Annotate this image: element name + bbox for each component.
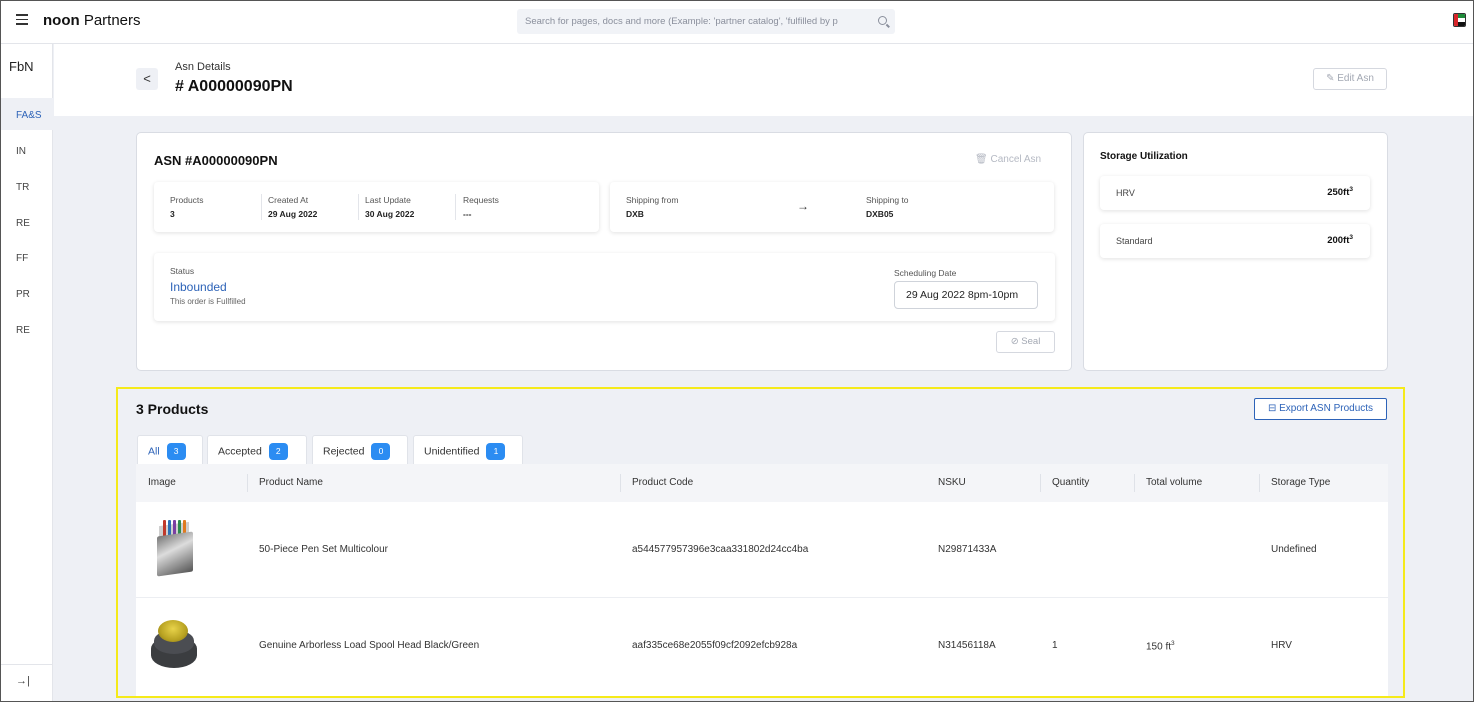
tab-rejected[interactable]: Rejected 0	[312, 435, 408, 464]
products-title: 3 Products	[136, 401, 209, 417]
shipping-box	[610, 182, 1054, 232]
spool-head-image	[149, 618, 199, 670]
count-badge: 2	[268, 443, 288, 460]
collapse-sidebar-icon[interactable]: →|	[16, 675, 30, 687]
column-header-product-name: Product Name	[259, 477, 323, 488]
storage-row-standard: Standard 200ft3	[1100, 224, 1370, 258]
column-header-image: Image	[148, 477, 176, 488]
scheduling-date-label: Scheduling Date	[894, 268, 957, 278]
status-value: Inbounded	[170, 280, 227, 294]
created-at-label: Created At	[268, 195, 309, 205]
storage-row-hrv: HRV 250ft3	[1100, 176, 1370, 210]
product-name[interactable]: 50-Piece Pen Set Multicolour	[259, 544, 388, 555]
storage-name: HRV	[1116, 188, 1135, 198]
sidebar: FbN FA&S IN TR RE FF PR RE →|	[0, 44, 53, 702]
shipping-to-value: DXB05	[866, 209, 894, 219]
sidebar-title: FbN	[9, 59, 34, 74]
sidebar-divider	[0, 664, 53, 665]
storage-name: Standard	[1116, 236, 1153, 246]
divider	[455, 194, 456, 220]
column-header-total-volume: Total volume	[1146, 477, 1203, 488]
storage-type: HRV	[1271, 640, 1292, 651]
tab-accepted[interactable]: Accepted 2	[207, 435, 307, 464]
total-volume: 150 ft3	[1146, 640, 1175, 653]
uae-flag-icon[interactable]	[1453, 13, 1466, 27]
menu-icon[interactable]	[16, 14, 28, 28]
page-subtitle: Asn Details	[175, 61, 231, 73]
shipping-to-label: Shipping to	[866, 195, 909, 205]
divider	[358, 194, 359, 220]
shipping-from-label: Shipping from	[626, 195, 679, 205]
storage-title: Storage Utilization	[1100, 151, 1188, 162]
column-header-storage-type: Storage Type	[1271, 477, 1331, 488]
divider	[1040, 474, 1041, 492]
page-title: # A00000090PN	[175, 78, 293, 95]
column-header-nsku: NSKU	[938, 477, 966, 488]
brand-logo[interactable]: noon Partners	[43, 12, 141, 29]
count-badge: 0	[371, 443, 391, 460]
divider	[261, 194, 262, 220]
search-input[interactable]: Search for pages, docs and more (Example…	[517, 9, 895, 34]
divider	[620, 474, 621, 492]
last-update-label: Last Update	[365, 195, 411, 205]
search-icon[interactable]	[878, 16, 887, 25]
top-bar: noon Partners Search for pages, docs and…	[0, 0, 1474, 44]
created-at-value: 29 Aug 2022	[268, 209, 318, 219]
sidebar-item-pr[interactable]: PR	[0, 277, 53, 309]
storage-type: Undefined	[1271, 544, 1317, 555]
edit-asn-button[interactable]: ✎ Edit Asn	[1313, 68, 1387, 90]
divider	[1134, 474, 1135, 492]
count-badge: 3	[166, 443, 186, 460]
nsku: N29871433A	[938, 544, 997, 555]
status-label: Status	[170, 266, 195, 276]
table-header: Image Product Name Product Code NSKU Qua…	[136, 464, 1388, 502]
asn-heading: ASN #A00000090PN	[154, 153, 278, 168]
nsku: N31456118A	[938, 640, 996, 651]
divider	[1259, 474, 1260, 492]
column-header-product-code: Product Code	[632, 477, 694, 488]
count-badge: 1	[486, 443, 506, 460]
status-note: This order is Fullfilled	[170, 297, 246, 306]
arrow-right-icon: →	[797, 199, 809, 213]
tab-all[interactable]: All 3	[137, 435, 203, 464]
sidebar-item-tr[interactable]: TR	[0, 170, 53, 202]
products-label: Products	[170, 195, 204, 205]
search-placeholder: Search for pages, docs and more (Example…	[525, 16, 838, 27]
sidebar-item-re-2[interactable]: RE	[0, 313, 53, 345]
products-value: 3	[170, 209, 175, 219]
shipping-from-value: DXB	[626, 209, 644, 219]
storage-value: 200ft3	[1327, 234, 1353, 247]
scheduling-date-field[interactable]: 29 Aug 2022 8pm-10pm	[894, 281, 1038, 309]
sidebar-item-ff[interactable]: FF	[0, 241, 53, 273]
pen-set-image	[151, 520, 197, 578]
back-button[interactable]: <	[136, 68, 158, 90]
last-update-value: 30 Aug 2022	[365, 209, 415, 219]
tab-unidentified[interactable]: Unidentified 1	[413, 435, 523, 464]
asn-info-box	[154, 182, 599, 232]
cancel-asn-button[interactable]: 🗑 Cancel Asn	[975, 154, 1041, 165]
divider	[247, 474, 248, 492]
requests-value: ---	[463, 209, 472, 219]
sidebar-item-re[interactable]: RE	[0, 206, 53, 238]
export-asn-products-button[interactable]: ⊟ Export ASN Products	[1254, 398, 1387, 420]
sidebar-item-fas[interactable]: FA&S	[0, 98, 53, 130]
seal-button[interactable]: ⊘ Seal	[996, 331, 1055, 353]
quantity: 1	[1052, 640, 1058, 651]
storage-value: 250ft3	[1327, 186, 1353, 199]
requests-label: Requests	[463, 195, 499, 205]
column-header-quantity: Quantity	[1052, 477, 1090, 488]
sidebar-item-in[interactable]: IN	[0, 134, 53, 166]
product-name[interactable]: Genuine Arborless Load Spool Head Black/…	[259, 640, 479, 651]
product-code: a544577957396e3caa331802d24cc4ba	[632, 544, 809, 555]
product-code: aaf335ce68e2055f09cf2092efcb928a	[632, 640, 798, 651]
